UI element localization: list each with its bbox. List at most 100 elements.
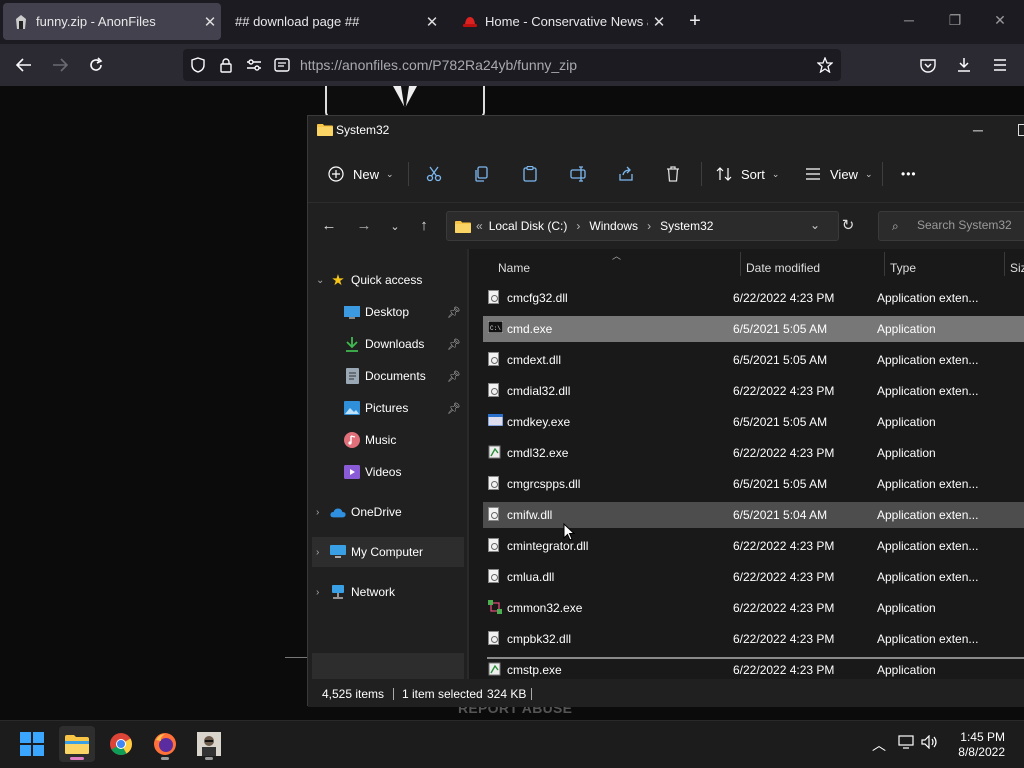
file-row[interactable]: cmdkey.exe 6/5/2021 5:05 AM Application [483, 409, 1024, 435]
system-clock[interactable]: 1:45 PM 8/8/2022 [945, 730, 1005, 760]
file-row[interactable]: cmdext.dll 6/5/2021 5:05 AM Application ex… [483, 347, 1024, 373]
close-tab-icon[interactable]: ✕ [199, 13, 221, 31]
close-tab-icon[interactable]: ✕ [648, 13, 670, 31]
pin-icon[interactable]: 📌︎ [447, 338, 461, 351]
tab-conservative-news[interactable]: Home - Conservative News and ✕ [452, 3, 670, 40]
downloads-icon[interactable] [953, 54, 975, 76]
pin-icon[interactable]: 📌︎ [447, 370, 461, 383]
close-tab-icon[interactable]: ✕ [421, 13, 443, 31]
back-button[interactable] [13, 54, 35, 76]
anonymous-mask-image [325, 86, 485, 118]
chevron-down-icon: ⌄ [864, 168, 873, 179]
nav-onedrive[interactable]: › OneDrive [312, 497, 464, 527]
cut-button[interactable] [426, 163, 442, 185]
chevron-down-icon: ⌄ [771, 168, 780, 179]
nav-network[interactable]: › Network [312, 577, 464, 607]
back-arrow-icon[interactable]: ← [320, 217, 338, 234]
app-menu-icon[interactable] [989, 54, 1011, 76]
column-type[interactable]: Type [890, 261, 916, 275]
reload-button[interactable] [85, 54, 107, 76]
column-size[interactable]: Siz [1010, 261, 1024, 275]
nav-desktop[interactable]: Desktop 📌︎ [312, 297, 464, 327]
bookmark-star-icon[interactable] [817, 57, 833, 73]
file-row[interactable]: C:\ cmd.exe 6/5/2021 5:05 AM Application [483, 316, 1024, 342]
breadcrumb-system32[interactable]: System32 [660, 219, 713, 233]
show-hidden-icons-chevron-icon[interactable]: ︿ [872, 735, 886, 755]
chevron-down-icon[interactable]: ⌄ [316, 275, 330, 286]
forward-arrow-icon[interactable]: → [355, 217, 373, 234]
forward-button[interactable] [49, 54, 71, 76]
file-row[interactable]: cmstp.exe 6/22/2022 4:23 PM Application [483, 657, 1024, 679]
url-text[interactable]: https://anonfiles.com/P782Ra24yb/funny_z… [300, 57, 577, 73]
more-options-button[interactable]: ••• [901, 163, 917, 185]
tab-anonfiles[interactable]: funny.zip - AnonFiles ✕ [3, 3, 221, 40]
new-button[interactable]: New ⌄ [328, 163, 394, 185]
chevron-right-icon[interactable]: › [316, 547, 330, 558]
file-row[interactable]: cmdl32.exe 6/22/2022 4:23 PM Application [483, 440, 1024, 466]
search-box[interactable]: ⌕ [878, 211, 1024, 241]
breadcrumb-local-disk[interactable]: Local Disk (C:) [489, 219, 568, 233]
pocket-icon[interactable] [917, 54, 939, 76]
location-bar[interactable]: « Local Disk (C:) › Windows › System32 ⌄ [446, 211, 839, 241]
file-row[interactable]: cmpbk32.dll 6/22/2022 4:23 PM Application … [483, 626, 1024, 652]
refresh-icon[interactable]: ↻ [839, 216, 857, 234]
chevron-right-icon[interactable]: › [316, 507, 330, 518]
nav-downloads[interactable]: Downloads 📌︎ [312, 329, 464, 359]
file-row[interactable]: cmlua.dll 6/22/2022 4:23 PM Application ex… [483, 564, 1024, 590]
file-row[interactable]: cmmon32.exe 6/22/2022 4:23 PM Application [483, 595, 1024, 621]
tab-download-page[interactable]: ## download page ## ✕ [225, 3, 443, 40]
lock-icon[interactable] [218, 57, 234, 73]
file-name: cmifw.dll [507, 508, 553, 522]
music-icon [344, 432, 360, 448]
display-icon[interactable] [898, 735, 914, 752]
restore-icon[interactable]: ❐ [945, 12, 965, 29]
search-input[interactable] [917, 218, 1024, 232]
paste-button[interactable] [522, 163, 538, 185]
column-name[interactable]: Name [498, 261, 530, 275]
pin-icon[interactable]: 📌︎ [447, 306, 461, 319]
shield-icon[interactable] [190, 57, 206, 73]
nav-documents[interactable]: Documents 📌︎ [312, 361, 464, 391]
reader-view-icon[interactable] [274, 57, 290, 73]
chevron-right-icon[interactable]: › [647, 219, 651, 233]
sort-button[interactable]: Sort ⌄ [716, 163, 779, 185]
nav-music[interactable]: Music [312, 425, 464, 455]
column-date-modified[interactable]: Date modified [746, 261, 820, 275]
pin-icon[interactable]: 📌︎ [447, 402, 461, 415]
taskbar-file-explorer[interactable] [59, 726, 95, 762]
close-window-icon[interactable]: ✕ [990, 12, 1010, 29]
volume-icon[interactable] [921, 734, 939, 752]
address-bar[interactable]: https://anonfiles.com/P782Ra24yb/funny_z… [183, 49, 841, 81]
taskbar-chrome[interactable] [103, 726, 139, 762]
taskbar-user-app[interactable] [191, 726, 227, 762]
horizontal-scrollbar[interactable] [487, 657, 1024, 659]
rename-button[interactable] [570, 163, 588, 185]
file-row[interactable]: cmdial32.dll 6/22/2022 4:23 PM Application… [483, 378, 1024, 404]
minimize-icon[interactable]: ─ [973, 122, 983, 138]
start-button[interactable] [14, 726, 50, 762]
nav-my-computer[interactable]: › My Computer [312, 537, 464, 567]
chevron-right-icon[interactable]: › [316, 587, 330, 598]
delete-button[interactable] [666, 163, 680, 185]
maximize-icon[interactable] [1018, 124, 1024, 136]
chevron-right-icon[interactable]: › [576, 219, 580, 233]
overflow-chevron-icon[interactable]: « [476, 219, 483, 233]
mouse-cursor [563, 522, 576, 546]
nav-quick-access[interactable]: ⌄ ★ Quick access [312, 265, 464, 295]
file-row[interactable]: cmcfg32.dll 6/22/2022 4:23 PM Application … [483, 285, 1024, 311]
new-tab-button[interactable]: + [684, 10, 706, 33]
file-row[interactable]: cmgrcspps.dll 6/5/2021 5:05 AM Application… [483, 471, 1024, 497]
address-row: ← → ⌄ ↑ « Local Disk (C:) › Windows › Sy… [308, 203, 1024, 249]
nav-videos[interactable]: Videos [312, 457, 464, 487]
share-button[interactable] [618, 163, 634, 185]
nav-pictures[interactable]: Pictures 📌︎ [312, 393, 464, 423]
up-arrow-icon[interactable]: ↑ [415, 217, 433, 234]
recent-locations-icon[interactable]: ⌄ [386, 220, 404, 233]
taskbar-firefox[interactable] [147, 726, 183, 762]
copy-button[interactable] [474, 163, 490, 185]
permissions-icon[interactable] [246, 57, 262, 73]
minimize-icon[interactable]: ─ [899, 12, 919, 28]
view-button[interactable]: View ⌄ [805, 163, 873, 185]
address-dropdown-icon[interactable]: ⌄ [810, 218, 820, 232]
breadcrumb-windows[interactable]: Windows [589, 219, 638, 233]
